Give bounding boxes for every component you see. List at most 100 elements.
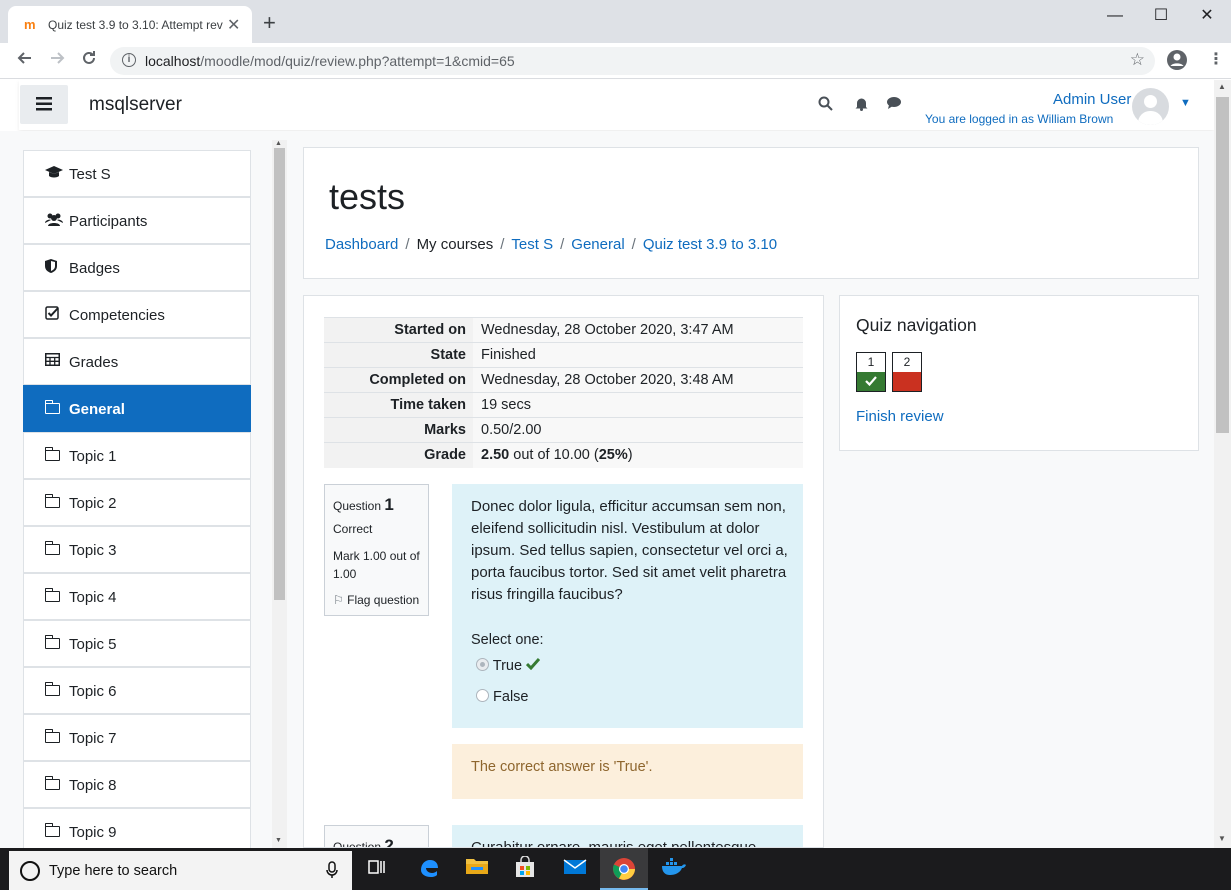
radio-false: [476, 689, 489, 702]
sidebar-item-topic-9[interactable]: Topic 9: [23, 808, 251, 848]
sidebar-item-badges[interactable]: Badges: [23, 244, 251, 291]
drawer-scrollbar[interactable]: ▲ ▼: [272, 140, 287, 848]
folder-icon: [44, 823, 62, 839]
summary-label: Grade: [324, 442, 473, 468]
new-tab-button[interactable]: +: [263, 10, 276, 36]
minimize-button[interactable]: —: [1092, 4, 1138, 32]
window-close-button[interactable]: ✕: [1184, 4, 1230, 32]
breadcrumb: Dashboard / My courses / Test S / General / Quiz…: [325, 236, 778, 253]
url-path: /moodle/mod/quiz/review.php?attempt=1&cm…: [200, 53, 515, 69]
folder-icon: [44, 776, 62, 792]
summary-row: Time taken 19 secs: [324, 392, 803, 418]
breadcrumb-quiz[interactable]: Quiz test 3.9 to 3.10: [643, 236, 777, 253]
summary-label: State: [324, 342, 473, 368]
file-explorer-icon[interactable]: [462, 856, 492, 884]
folder-icon: [44, 447, 62, 463]
question-content: Curabitur ornare, mauris eget pellentesq…: [452, 825, 803, 847]
notifications-bell-icon[interactable]: [854, 96, 869, 115]
taskbar-search-box[interactable]: Type here to search: [9, 851, 352, 890]
summary-value: Wednesday, 28 October 2020, 3:48 AM: [473, 367, 803, 393]
sidebar-item-label: Topic 4: [69, 589, 117, 606]
site-name[interactable]: msqlserver: [89, 94, 182, 116]
summary-row: Completed on Wednesday, 28 October 2020, …: [324, 367, 803, 393]
summary-label: Completed on: [324, 367, 473, 393]
taskbar-search-placeholder: Type here to search: [49, 863, 178, 879]
site-info-icon[interactable]: i: [122, 53, 136, 67]
bookmark-star-icon[interactable]: ☆: [1130, 50, 1145, 70]
question-status: Correct: [333, 522, 373, 536]
summary-value: Finished: [473, 342, 803, 368]
quiz-nav-button-1[interactable]: 1: [856, 352, 886, 392]
radio-true: [476, 658, 489, 671]
summary-value: 0.50/2.00: [473, 417, 803, 443]
flag-question-button[interactable]: ⚐ Flag question: [333, 593, 419, 607]
task-view-icon[interactable]: [362, 856, 392, 884]
sidebar-item-grades[interactable]: Grades: [23, 338, 251, 385]
sidebar-item-competencies[interactable]: Competencies: [23, 291, 251, 338]
feedback-box: The correct answer is 'True'.: [452, 744, 803, 799]
avatar[interactable]: [1132, 88, 1169, 125]
page-scrollbar[interactable]: ▲ ▼: [1214, 80, 1231, 848]
store-icon[interactable]: [510, 855, 540, 884]
sidebar-item-topic-5[interactable]: Topic 5: [23, 620, 251, 667]
user-name[interactable]: Admin User: [1053, 91, 1131, 108]
messages-icon[interactable]: [886, 96, 902, 114]
answer-prompt: Select one:: [471, 632, 544, 648]
finish-review-link[interactable]: Finish review: [856, 408, 944, 425]
question-mark: Mark 1.00 out of 1.00: [333, 549, 420, 581]
graduation-cap-icon: [45, 165, 63, 182]
folder-icon: [44, 635, 62, 651]
sidebar-item-topic-8[interactable]: Topic 8: [23, 761, 251, 808]
sidebar-item-topic-6[interactable]: Topic 6: [23, 667, 251, 714]
breadcrumb-course[interactable]: Test S: [511, 236, 553, 253]
tab-title: Quiz test 3.9 to 3.10: Attempt rev: [48, 18, 223, 32]
sidebar-item-participants[interactable]: Participants: [23, 197, 251, 244]
microphone-icon[interactable]: [326, 861, 338, 883]
logged-in-as-text[interactable]: You are logged in as William Brown: [925, 112, 1113, 126]
docker-icon[interactable]: [658, 856, 688, 884]
folder-icon: [44, 729, 62, 745]
sidebar-item-test-s[interactable]: Test S: [23, 150, 251, 197]
breadcrumb-dashboard[interactable]: Dashboard: [325, 236, 398, 253]
browser-menu-icon[interactable]: ⋮: [1208, 49, 1224, 69]
incorrect-marker: [893, 372, 921, 391]
breadcrumb-section[interactable]: General: [571, 236, 624, 253]
users-icon: [45, 212, 63, 229]
reload-icon[interactable]: [80, 49, 98, 72]
search-icon[interactable]: [818, 96, 833, 115]
back-arrow-icon[interactable]: [16, 49, 34, 72]
sidebar-item-topic-3[interactable]: Topic 3: [23, 526, 251, 573]
sidebar-item-topic-4[interactable]: Topic 4: [23, 573, 251, 620]
folder-icon: [44, 588, 62, 604]
maximize-button[interactable]: ☐: [1138, 4, 1184, 32]
quiz-nav-button-2[interactable]: 2: [892, 352, 922, 392]
forward-arrow-icon[interactable]: [48, 49, 66, 72]
sidebar-item-topic-7[interactable]: Topic 7: [23, 714, 251, 761]
profile-icon[interactable]: [1166, 49, 1188, 76]
chrome-icon[interactable]: [600, 848, 648, 890]
shield-icon: [45, 259, 62, 276]
sidebar-item-label: Test S: [69, 166, 111, 183]
sidebar-item-general[interactable]: General: [23, 385, 251, 432]
browser-tab[interactable]: m Quiz test 3.9 to 3.10: Attempt rev ✕: [8, 6, 252, 43]
sidebar-item-topic-2[interactable]: Topic 2: [23, 479, 251, 526]
user-menu-caret-icon[interactable]: ▼: [1180, 97, 1191, 109]
question-number: Question 2: [333, 836, 394, 848]
folder-icon: [44, 682, 62, 698]
mail-icon[interactable]: [560, 856, 590, 884]
correct-check-icon: [526, 658, 541, 674]
moodle-navbar: msqlserver Admin User You are logged in …: [19, 80, 1214, 130]
cortana-icon: [20, 861, 40, 881]
tab-close-icon[interactable]: ✕: [227, 15, 240, 35]
sidebar-item-label: Topic 7: [69, 730, 117, 747]
sidebar-item-topic-1[interactable]: Topic 1: [23, 432, 251, 479]
summary-row: Started on Wednesday, 28 October 2020, 3:…: [324, 317, 803, 343]
question-text: Donec dolor ligula, efficitur accumsan s…: [471, 498, 788, 603]
folder-icon: [44, 400, 62, 416]
url-field[interactable]: i localhost/moodle/mod/quiz/review.php?a…: [110, 47, 1155, 75]
drawer-toggle-button[interactable]: [20, 85, 68, 124]
answer-option-false: False: [476, 686, 529, 708]
summary-value: 19 secs: [473, 392, 803, 418]
sidebar-item-label: Topic 3: [69, 542, 117, 559]
edge-icon[interactable]: [414, 856, 444, 884]
